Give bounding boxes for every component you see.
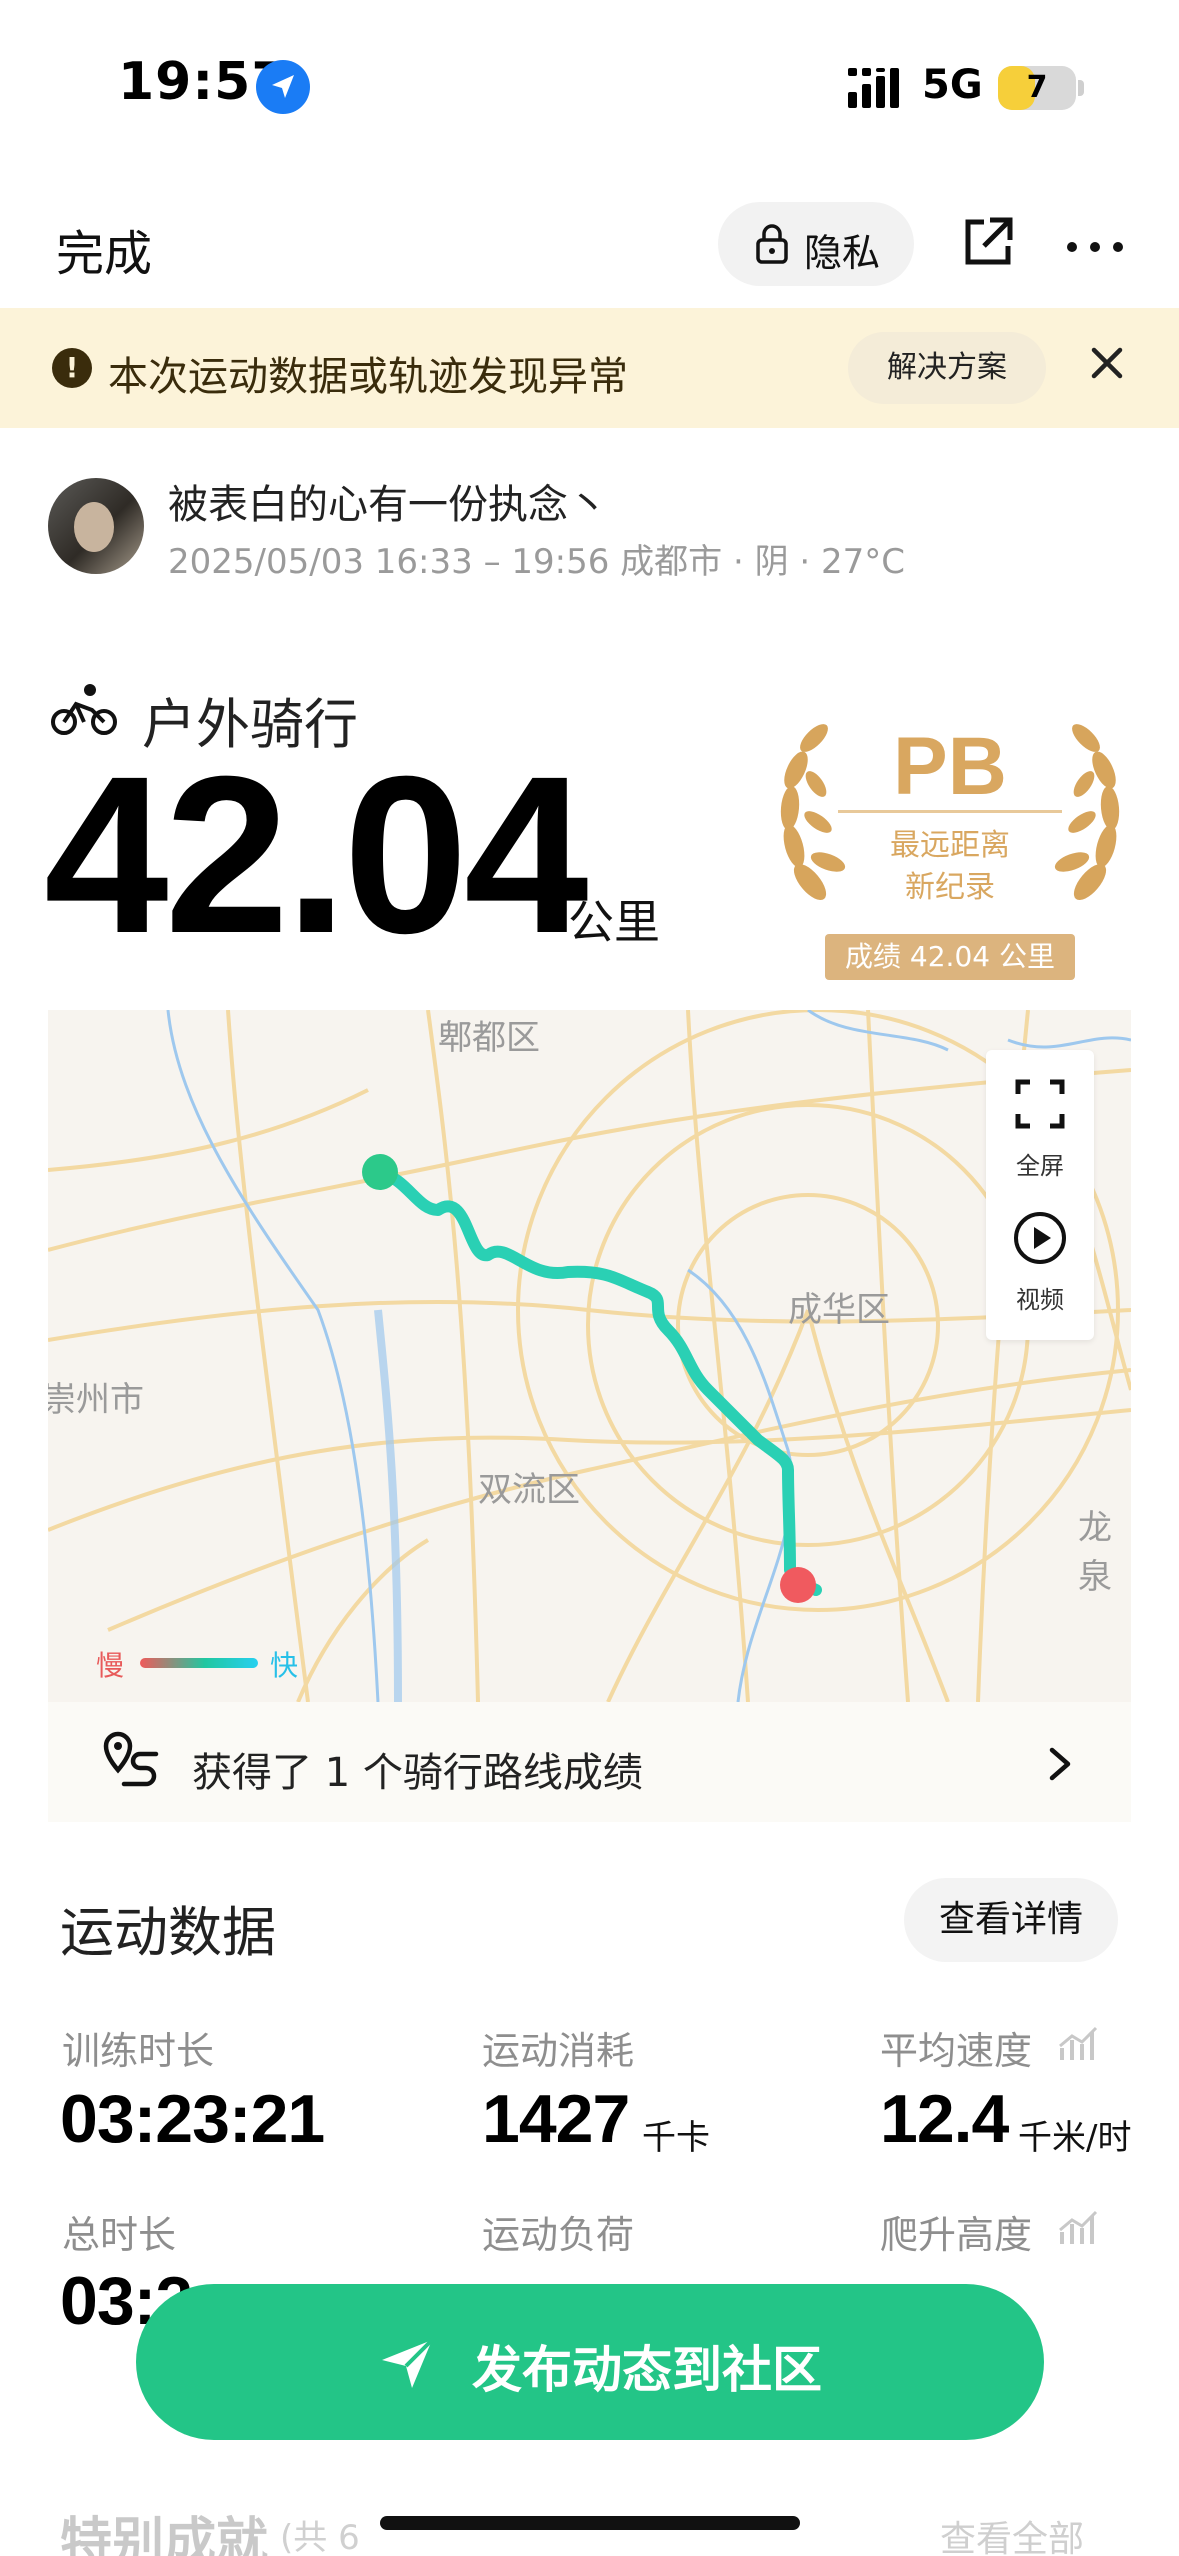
stat-label-total-time: 总时长 [62, 2213, 177, 2257]
route-track [374, 1166, 822, 1596]
signal-strength-icon [846, 66, 906, 110]
play-video-icon[interactable] [1012, 1210, 1068, 1266]
route-pin-icon [102, 1730, 162, 1792]
stat-label-calories: 运动消耗 [482, 2029, 635, 2073]
special-achievements-count: (共 6 [280, 2518, 360, 2556]
battery-level-text: 7 [1026, 70, 1048, 105]
route-start-marker [362, 1154, 398, 1190]
anomaly-warning-banner: ! 本次运动数据或轨迹发现异常 解决方案 [0, 308, 1179, 428]
speed-legend-fast: 快 [270, 1649, 299, 1682]
route-map[interactable]: 郫都区 成华区 崇州市 双流区 龙泉 全屏 视频 慢 快 [48, 1010, 1131, 1702]
trend-chart-icon[interactable] [1058, 2210, 1098, 2246]
map-label-chongzhou: 崇州市 [48, 1380, 144, 1420]
home-indicator [380, 2516, 800, 2530]
battery-icon: 7 [998, 66, 1076, 110]
pb-title: PB [893, 721, 1007, 812]
map-label-longquan: 龙泉 [1078, 1508, 1112, 1597]
pb-divider [838, 810, 1062, 813]
stat-value-avg-speed: 12.4 [880, 2081, 1009, 2157]
video-label[interactable]: 视频 [986, 1280, 1094, 1315]
done-button[interactable]: 完成 [56, 214, 152, 284]
map-label-pidu: 郫都区 [438, 1018, 540, 1058]
close-icon[interactable] [1088, 344, 1126, 382]
publish-label: 发布动态到社区 [472, 2341, 822, 2399]
special-achievements-title: 特别成就 [60, 2513, 269, 2556]
map-label-chenghua: 成华区 [788, 1290, 890, 1330]
activity-meta: 2025/05/03 16:33 – 19:56 成都市 · 阴 · 27°C [168, 542, 906, 582]
publish-to-community-button[interactable]: 发布动态到社区 [136, 2284, 1044, 2440]
stat-value-training-time: 03:23:21 [60, 2081, 325, 2157]
status-bar: 19:57 5G 7 [0, 0, 1179, 170]
stat-value-calories: 1427 [482, 2081, 630, 2157]
route-achievement-row[interactable]: 获得了 1 个骑行路线成绩 [48, 1702, 1131, 1822]
privacy-button[interactable]: 隐私 [718, 202, 914, 286]
lock-icon [754, 224, 790, 264]
view-details-button[interactable]: 查看详情 [904, 1878, 1118, 1962]
fullscreen-label[interactable]: 全屏 [986, 1146, 1094, 1181]
stats-title: 运动数据 [60, 1901, 276, 1964]
privacy-label: 隐私 [804, 231, 881, 275]
top-navigation: 完成 隐私 [0, 190, 1179, 300]
share-icon[interactable] [960, 214, 1016, 270]
stat-label-training-load: 运动负荷 [482, 2213, 635, 2257]
stat-label-avg-speed: 平均速度 [880, 2029, 1033, 2073]
stat-unit-calories: 千卡 [642, 2118, 710, 2158]
avatar[interactable] [48, 478, 144, 574]
avatar-face [74, 502, 114, 552]
warning-text: 本次运动数据或轨迹发现异常 [108, 354, 628, 400]
distance-value: 42.04 [44, 730, 589, 980]
trend-chart-icon[interactable] [1058, 2026, 1098, 2062]
more-options-icon[interactable] [1066, 238, 1124, 252]
username[interactable]: 被表白的心有一份执念丶 [168, 472, 608, 530]
chevron-right-icon [1048, 1746, 1072, 1782]
solution-button[interactable]: 解决方案 [848, 332, 1046, 404]
location-arrow-icon [256, 60, 310, 114]
stat-unit-avg-speed: 千米/时 [1018, 2118, 1132, 2158]
map-controls: 全屏 视频 [986, 1050, 1094, 1340]
map-label-shuangliu: 双流区 [478, 1470, 580, 1510]
route-layer [362, 1154, 822, 1603]
stat-label-elevation-gain: 爬升高度 [880, 2213, 1033, 2257]
speed-legend-slow: 慢 [96, 1649, 125, 1682]
pb-result: 成绩 42.04 公里 [825, 934, 1075, 980]
route-end-marker [780, 1567, 816, 1603]
speed-legend-bar [140, 1658, 258, 1668]
view-all-link[interactable]: 查看全部 [940, 2510, 1084, 2556]
route-achievement-text: 获得了 1 个骑行路线成绩 [192, 1750, 643, 1796]
stat-label-training-time: 训练时长 [62, 2029, 215, 2073]
fullscreen-icon[interactable] [1014, 1078, 1066, 1130]
pb-record-label: 新纪录 [905, 870, 995, 905]
battery-cap [1078, 80, 1084, 96]
send-icon [378, 2336, 436, 2392]
pb-badge[interactable]: PB 最远距离 新纪录 成绩 42.04 公里 [770, 712, 1130, 982]
distance-unit: 公里 [568, 895, 660, 949]
network-type: 5G [922, 62, 983, 108]
pb-record-type: 最远距离 [890, 828, 1010, 863]
warning-icon: ! [52, 348, 92, 388]
